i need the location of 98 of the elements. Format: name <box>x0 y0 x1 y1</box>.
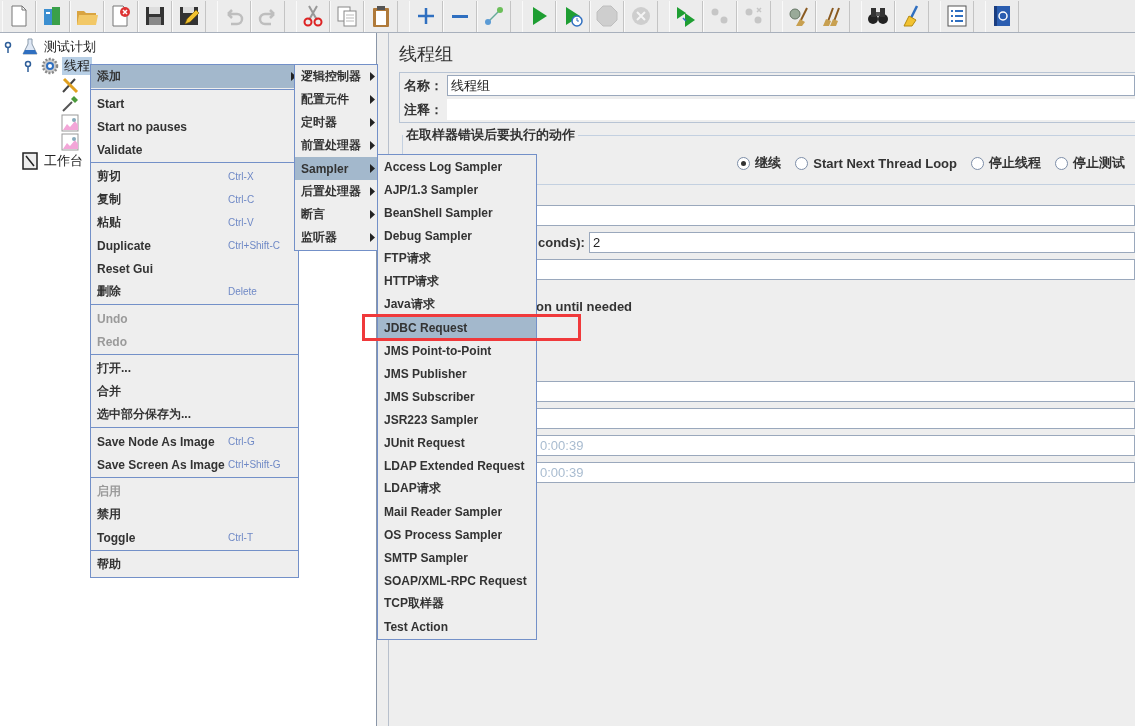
text-field[interactable] <box>536 381 1135 402</box>
text-field[interactable]: 2 <box>588 232 1135 253</box>
menu-item[interactable]: BeanShell Sampler <box>378 201 536 224</box>
menu-item[interactable]: Start <box>91 92 298 115</box>
gear-icon <box>41 56 59 75</box>
submenu-arrow-icon <box>370 187 375 196</box>
menu-item[interactable]: 监听器 <box>295 226 377 249</box>
connector-icon <box>482 4 506 28</box>
radio-button[interactable] <box>1055 156 1068 170</box>
menu-item[interactable]: LDAP Extended Request <box>378 454 536 477</box>
flask-icon <box>21 37 39 56</box>
menu-item[interactable]: 断言 <box>295 203 377 226</box>
dropper-icon <box>61 94 79 113</box>
document-close-icon <box>109 4 133 28</box>
menu-item[interactable]: Sampler <box>295 157 377 180</box>
menu-item[interactable]: 前置处理器 <box>295 134 377 157</box>
menu-item[interactable]: JMS Subscriber <box>378 385 536 408</box>
menu-item[interactable]: Reset Gui <box>91 257 298 280</box>
menu-item[interactable]: 禁用 <box>91 503 298 526</box>
tree-node[interactable]: 线程 <box>62 56 92 75</box>
menu-item[interactable]: HTTP请求 <box>378 270 536 293</box>
floppy-pencil-icon <box>177 4 201 28</box>
toolbar-button[interactable] <box>861 0 895 32</box>
text-field[interactable] <box>536 259 1135 280</box>
menu-item[interactable]: OS Process Sampler <box>378 523 536 546</box>
menu-item[interactable]: JMS Point-to-Point <box>378 339 536 362</box>
menu-item[interactable]: LDAP请求 <box>378 477 536 500</box>
copy-icon <box>335 4 359 28</box>
name-field[interactable]: 线程组 <box>447 75 1135 96</box>
radio-label: 继续 <box>755 154 782 172</box>
submenu-arrow-icon <box>370 141 375 150</box>
menu-item[interactable]: Start no pauses <box>91 115 298 138</box>
submenu-arrow-icon <box>370 72 375 81</box>
menu-item[interactable]: 配置元件 <box>295 88 377 111</box>
radio-button[interactable] <box>737 156 751 170</box>
option-label: on until needed <box>536 298 634 316</box>
menu-item[interactable]: 定时器 <box>295 111 377 134</box>
radio-button[interactable] <box>795 156 809 170</box>
menu-item[interactable]: 后置处理器 <box>295 180 377 203</box>
menu-item[interactable]: 剪切 Ctrl-X <box>91 165 298 188</box>
menu-item[interactable]: Mail Reader Sampler <box>378 500 536 523</box>
menu-item[interactable]: AJP/1.3 Sampler <box>378 178 536 201</box>
submenu-arrow-icon <box>370 233 375 242</box>
toolbar-button[interactable] <box>985 0 1019 32</box>
menu-item[interactable]: 合并 <box>91 380 298 403</box>
tree-node[interactable]: 工作台 <box>42 151 85 170</box>
group-title: 在取样器错误后要执行的动作 <box>405 126 576 144</box>
toolbar-button[interactable] <box>138 0 172 32</box>
radio-label: Start Next Thread Loop <box>813 155 957 171</box>
menu-item[interactable]: 帮助 <box>91 553 298 576</box>
submenu-arrow-icon <box>291 72 296 81</box>
menu-item[interactable]: SOAP/XML-RPC Request <box>378 569 536 592</box>
toolbar-button[interactable] <box>364 0 398 32</box>
menu-item[interactable]: Test Action <box>378 615 536 638</box>
submenu-arrow-icon <box>370 95 375 104</box>
menu-item[interactable]: Duplicate Ctrl+Shift-C <box>91 234 298 257</box>
text-field[interactable] <box>536 408 1135 429</box>
menu-item[interactable]: TCP取样器 <box>378 592 536 615</box>
notebook-icon <box>21 151 39 170</box>
menu-item[interactable]: JSR223 Sampler <box>378 408 536 431</box>
menu-item[interactable]: 打开... <box>91 357 298 380</box>
menu-item[interactable]: Toggle Ctrl-T <box>91 526 298 549</box>
submenu-arrow-icon <box>370 118 375 127</box>
graph-icon <box>61 132 79 151</box>
stop-sign-icon <box>595 4 619 28</box>
radio-label: 停止测试 <box>1073 154 1125 172</box>
menu-item[interactable]: 逻辑控制器 <box>295 65 377 88</box>
submenu-arrow-icon <box>370 210 375 219</box>
tree-node[interactable]: 测试计划 <box>42 37 98 56</box>
toolbar-button[interactable] <box>172 0 206 32</box>
menu-item[interactable]: SMTP Sampler <box>378 546 536 569</box>
text-field[interactable] <box>536 205 1135 226</box>
field-label: conds): <box>537 235 586 250</box>
menu-item[interactable]: FTP请求 <box>378 247 536 270</box>
panel-title: 线程组 <box>399 43 454 66</box>
graph-icon <box>61 113 79 132</box>
tools-icon <box>61 75 79 94</box>
menu-item[interactable]: Validate <box>91 138 298 161</box>
radio-label: 停止线程 <box>989 154 1041 172</box>
circle-x-icon <box>629 4 653 28</box>
menu-item[interactable]: JMS Publisher <box>378 362 536 385</box>
scissors-icon <box>301 4 325 28</box>
menu-item[interactable]: 复制 Ctrl-C <box>91 188 298 211</box>
list-icon <box>945 4 969 28</box>
menu-item[interactable]: 粘贴 Ctrl-V <box>91 211 298 234</box>
menu-item[interactable]: Access Log Sampler <box>378 155 536 178</box>
menu-item[interactable]: 选中部分保存为... <box>91 403 298 426</box>
menu-item[interactable]: Java请求 <box>378 293 536 316</box>
menu-item[interactable]: 删除 Delete <box>91 280 298 303</box>
menu-item[interactable]: JUnit Request <box>378 431 536 454</box>
menu-item[interactable]: Save Screen As Image Ctrl+Shift-G <box>91 453 298 476</box>
menu-item[interactable]: Debug Sampler <box>378 224 536 247</box>
menu-item[interactable]: Save Node As Image Ctrl-G <box>91 430 298 453</box>
field-label: 名称： <box>403 76 444 95</box>
radio-button[interactable] <box>971 156 984 170</box>
minus-icon <box>452 14 468 18</box>
field-label: 注释： <box>403 100 444 119</box>
submenu-arrow-icon <box>370 164 375 173</box>
